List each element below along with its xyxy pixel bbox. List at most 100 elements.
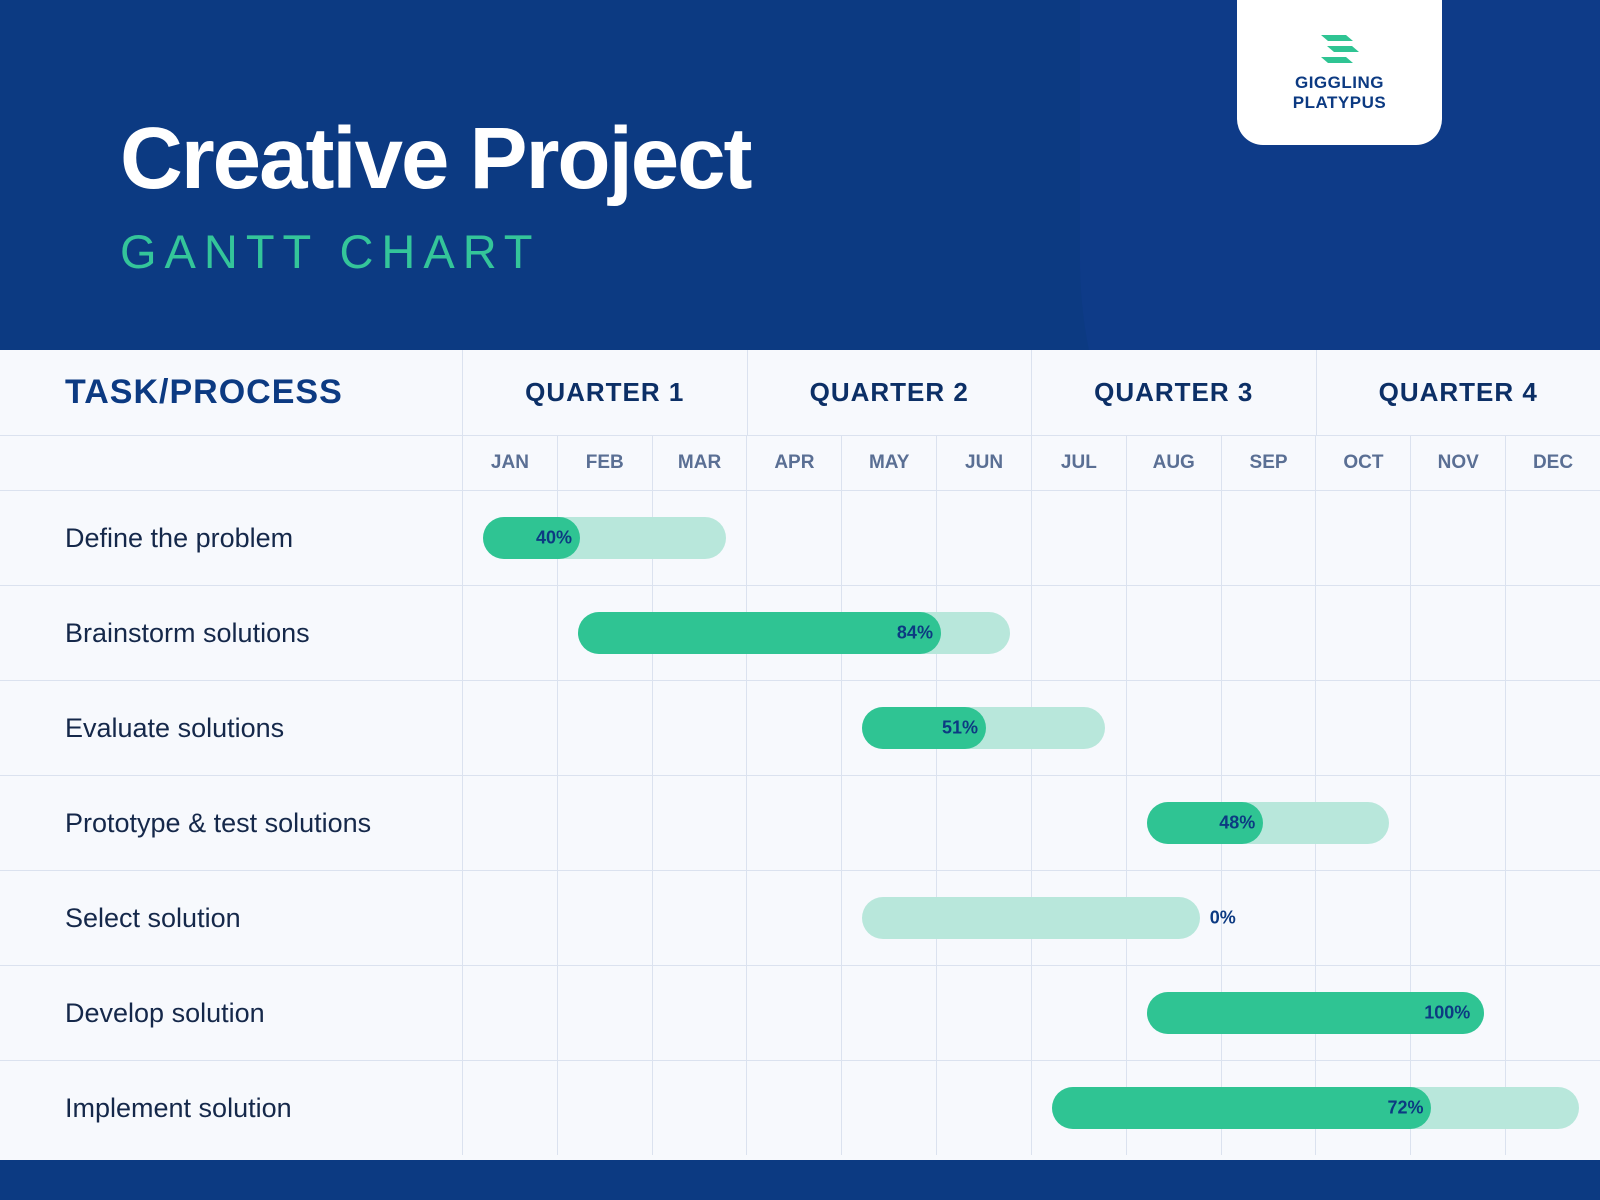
gantt-bar-label: 40% [536,528,572,549]
month-header-jul: JUL [1031,436,1126,490]
grid-cell [652,681,747,775]
quarter-header-1: QUARTER 1 [462,350,747,435]
grid-cell [1221,681,1316,775]
month-header-sep: SEP [1221,436,1316,490]
grid-cell [936,966,1031,1060]
grid-cell [746,681,841,775]
task-row: Select solution 0% [0,870,1600,965]
grid-cell [1031,491,1126,585]
grid-cell [1410,776,1505,870]
grid-cell [1505,871,1600,965]
header-row-months: JAN FEB MAR APR MAY JUN JUL AUG SEP OCT … [0,435,1600,490]
grid-cell [652,871,747,965]
logo-text: GIGGLING PLATYPUS [1293,73,1386,112]
grid-cell [746,776,841,870]
grid-cell [1221,491,1316,585]
grid-cell [1410,491,1505,585]
month-header-may: MAY [841,436,936,490]
month-header-jun: JUN [936,436,1031,490]
grid-cell [462,1061,557,1155]
gantt-bar: 51% [862,707,1105,749]
gantt-bar: 48% [1147,802,1390,844]
quarter-header-2: QUARTER 2 [747,350,1032,435]
grid-cell [1505,491,1600,585]
grid-cell [1505,681,1600,775]
logo-card: GIGGLING PLATYPUS [1237,0,1442,145]
gantt-panel: TASK/PROCESS QUARTER 1 QUARTER 2 QUARTER… [0,350,1600,1160]
header-row-quarters: TASK/PROCESS QUARTER 1 QUARTER 2 QUARTER… [0,350,1600,435]
grid-cell [1505,966,1600,1060]
gantt-bar-label: 51% [942,718,978,739]
grid-cell [557,776,652,870]
grid-cell [557,966,652,1060]
grid-cell [1031,586,1126,680]
grid-cell [1126,491,1221,585]
month-header-oct: OCT [1315,436,1410,490]
grid-cell [746,966,841,1060]
task-row: Define the problem 40% [0,490,1600,585]
gantt-bar-label: 0% [1210,908,1236,929]
grid-cell [1221,586,1316,680]
task-label: Brainstorm solutions [0,586,462,680]
grid-cell [462,871,557,965]
grid-cell [1505,586,1600,680]
grid-cell [1505,776,1600,870]
gantt-bar: 72% [1052,1087,1579,1129]
quarter-header-4: QUARTER 4 [1316,350,1600,435]
grid-cell [936,1061,1031,1155]
grid-cell [746,491,841,585]
grid-cell [557,1061,652,1155]
grid-cell [462,586,557,680]
grid-cell [1126,586,1221,680]
grid-cell [1315,491,1410,585]
grid-cell [936,776,1031,870]
logo-text-line2: PLATYPUS [1293,93,1386,113]
grid-cell [1410,871,1505,965]
grid-cell [841,776,936,870]
grid-cell [652,776,747,870]
month-header-mar: MAR [652,436,747,490]
grid-cell [1031,966,1126,1060]
gantt-bar-progress [1052,1087,1432,1129]
header: Creative Project GANTT CHART GIGGLING PL… [0,0,1600,350]
task-label: Develop solution [0,966,462,1060]
gantt-bar: 0% [862,897,1200,939]
grid-cell [462,776,557,870]
page-subtitle: GANTT CHART [120,224,1600,279]
grid-cell [746,1061,841,1155]
grid-cell [557,871,652,965]
grid-cell [841,1061,936,1155]
task-row: Develop solution 100% [0,965,1600,1060]
grid-cell [841,491,936,585]
grid-cell [462,681,557,775]
gantt-bar: 84% [578,612,1010,654]
grid-cell [652,1061,747,1155]
task-label: Prototype & test solutions [0,776,462,870]
task-column-spacer [0,436,462,490]
gantt-bar-label: 100% [1424,1003,1470,1024]
grid-cell [936,491,1031,585]
task-row: Implement solution72% [0,1060,1600,1155]
task-row: Prototype & test solutions 48% [0,775,1600,870]
grid-cell [1410,586,1505,680]
task-label: Define the problem [0,491,462,585]
logo-text-line1: GIGGLING [1293,73,1386,93]
gantt-bar-label: 72% [1387,1098,1423,1119]
gantt-bar: 40% [483,517,726,559]
gantt-grid: TASK/PROCESS QUARTER 1 QUARTER 2 QUARTER… [0,350,1600,1160]
task-label: Select solution [0,871,462,965]
logo-icon [1319,33,1361,65]
grid-cell [462,966,557,1060]
gantt-bar-label: 84% [897,623,933,644]
grid-cell [1031,776,1126,870]
month-header-nov: NOV [1410,436,1505,490]
grid-cell [1315,871,1410,965]
task-column-header: TASK/PROCESS [0,350,462,435]
month-header-aug: AUG [1126,436,1221,490]
grid-cell [557,681,652,775]
grid-cell [746,871,841,965]
gantt-bar: 100% [1147,992,1485,1034]
grid-cell [652,966,747,1060]
task-row: Evaluate solutions51% [0,680,1600,775]
task-row: Brainstorm solutions 84% [0,585,1600,680]
